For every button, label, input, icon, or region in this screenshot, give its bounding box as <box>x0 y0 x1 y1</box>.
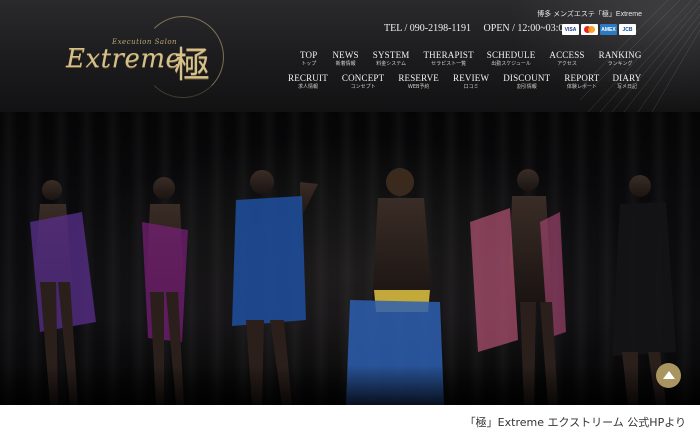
mastercard-icon <box>581 24 598 35</box>
nav-diary[interactable]: DIARY 写メ日記 <box>612 73 641 91</box>
logo-wordmark: Extreme <box>66 44 182 74</box>
phone-number[interactable]: TEL / 090-2198-1191 <box>384 23 471 34</box>
nav-system[interactable]: SYSTEM 料金システム <box>373 50 410 68</box>
contact-info: TEL / 090-2198-1191 OPEN / 12:00~03:00 <box>384 23 578 34</box>
payment-cards: VISA AMEX JCB <box>562 24 636 35</box>
visa-icon: VISA <box>562 24 579 35</box>
main-nav-row-1: TOP トップ NEWS 新着情報 SYSTEM 料金システム THERAPIST セラ… <box>300 50 642 68</box>
site-logo[interactable]: Execution Salon Extreme 極 <box>66 14 226 100</box>
amex-icon: AMEX <box>600 24 617 35</box>
header-tagline: 博多 メンズエステ「極」Extreme <box>537 11 642 18</box>
nav-ranking[interactable]: RANKING ランキング <box>599 50 642 68</box>
nav-review[interactable]: REVIEW 口コミ <box>453 73 489 91</box>
jcb-icon: JCB <box>619 24 636 35</box>
nav-news[interactable]: NEWS 新着情報 <box>332 50 358 68</box>
nav-report[interactable]: REPORT 体験レポート <box>564 73 599 91</box>
nav-top[interactable]: TOP トップ <box>300 50 317 68</box>
nav-therapist[interactable]: THERAPIST セラピスト一覧 <box>423 50 473 68</box>
nav-recruit[interactable]: RECRUIT 求人情報 <box>288 73 328 91</box>
nav-schedule[interactable]: SCHEDULE 出勤スケジュール <box>487 50 536 68</box>
stage-floor-shadow <box>0 365 700 405</box>
arrow-up-icon <box>662 370 675 379</box>
logo-kanji: 極 <box>174 45 211 86</box>
image-caption: 「極」Extreme エクストリーム 公式HPより <box>464 416 686 429</box>
hero-figures <box>30 168 676 405</box>
nav-access[interactable]: ACCESS アクセス <box>549 50 584 68</box>
hero-image <box>0 112 700 405</box>
nav-discount[interactable]: DISCOUNT 割引情報 <box>503 73 550 91</box>
nav-reserve[interactable]: RESERVE WEB予約 <box>398 73 439 91</box>
opening-hours: OPEN / 12:00~03:00 <box>483 23 569 34</box>
site-header: Execution Salon Extreme 極 博多 メンズエステ「極」Ex… <box>0 0 700 112</box>
scroll-to-top-button[interactable] <box>656 363 681 388</box>
nav-concept[interactable]: CONCEPT コンセプト <box>342 73 384 91</box>
main-nav-row-2: RECRUIT 求人情報 CONCEPT コンセプト RESERVE WEB予約 RE… <box>288 73 642 91</box>
